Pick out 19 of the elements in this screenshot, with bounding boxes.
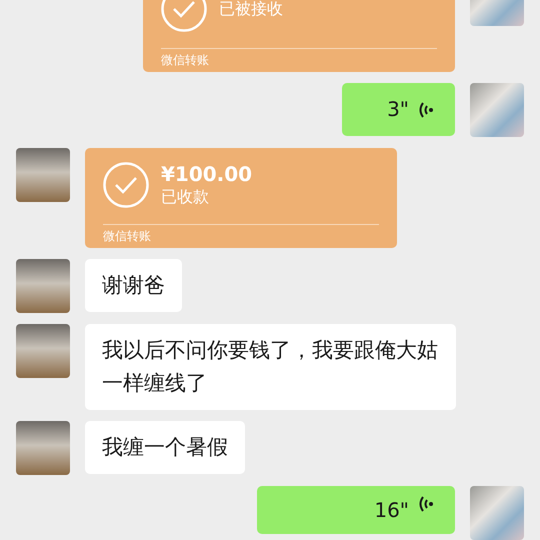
avatar-photo-placeholder — [470, 486, 524, 540]
transfer-label: 微信转账 — [161, 53, 209, 67]
voice-message[interactable]: 3" — [342, 83, 455, 136]
avatar-photo-placeholder — [16, 148, 70, 202]
message-bubble: 谢谢爸 — [85, 259, 182, 312]
transfer-status: 已收款 — [161, 186, 210, 208]
voice-wave-icon — [417, 100, 433, 120]
avatar-photo-placeholder — [470, 83, 524, 137]
avatar-photo-placeholder — [16, 259, 70, 313]
voice-message[interactable]: 16" — [257, 486, 455, 534]
avatar-photo-placeholder — [16, 421, 70, 475]
message-bubble: 我缠一个暑假 — [85, 421, 245, 474]
transfer-label: 微信转账 — [103, 229, 151, 243]
transfer-status: 已被接收 — [219, 0, 283, 20]
message-bubble: 我以后不问你要钱了，我要跟俺大姑一样缠线了 — [85, 324, 456, 410]
check-circle-icon — [103, 162, 149, 208]
transfer-amount: ¥100.00 — [161, 162, 252, 186]
avatar-photo-placeholder — [16, 324, 70, 378]
voice-wave-icon — [417, 494, 433, 514]
